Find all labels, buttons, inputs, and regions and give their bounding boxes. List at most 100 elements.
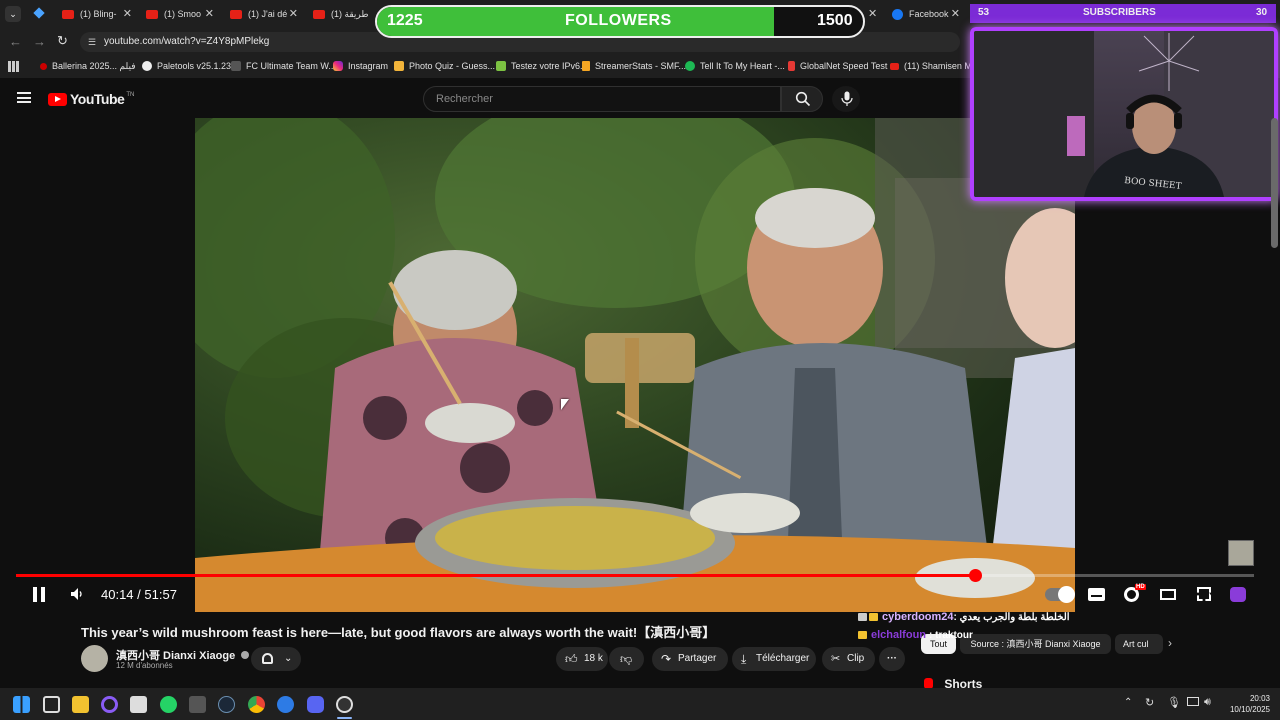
close-icon[interactable]: ✕ — [123, 7, 132, 20]
site-info-icon[interactable]: ☰ — [88, 32, 96, 52]
clock-date: 10/10/2025 — [1229, 705, 1270, 714]
bookmark-item[interactable]: FC Ultimate Team W... — [231, 61, 336, 71]
bookmark-item[interactable]: Instagram — [333, 61, 388, 71]
bookmark-item[interactable]: (11) Shamisen ME — [890, 61, 978, 71]
bookmark-favicon — [142, 61, 152, 71]
chat-message: cyberdoom24 : الخلطة بلطة والجرب يعدي — [858, 608, 1188, 626]
network-icon[interactable] — [1187, 697, 1199, 706]
share-icon: ↷ — [661, 652, 672, 666]
time-total: 51:57 — [144, 587, 177, 602]
subscribers-goal: 30 — [1256, 7, 1268, 18]
subtitles-icon[interactable] — [1088, 588, 1105, 601]
media-app-icon[interactable] — [130, 696, 147, 713]
cortana-icon[interactable] — [101, 696, 118, 713]
chrome-icon[interactable] — [248, 696, 265, 713]
youtube-icon — [146, 9, 158, 19]
steam-icon[interactable] — [218, 696, 235, 713]
progress-scrubber-handle[interactable] — [968, 569, 982, 582]
windows-taskbar: ⌃ ↻ 🎙︎ 🔊︎ 20:03 10/10/2025 — [0, 688, 1280, 720]
search-button[interactable] — [781, 86, 823, 112]
mouse-cursor — [561, 399, 569, 410]
obs-icon[interactable] — [336, 696, 353, 713]
spotify-icon — [685, 61, 695, 71]
autoplay-toggle[interactable] — [1045, 586, 1075, 603]
close-icon[interactable]: ✕ — [868, 7, 877, 20]
browser-tab[interactable]: (1) طريقة — [313, 2, 371, 26]
notification-bell-button[interactable]: ⌄ — [251, 647, 301, 671]
task-view-icon[interactable] — [43, 696, 60, 713]
browser-tab[interactable]: (1) Smoo ✕ — [146, 2, 214, 26]
webcam-feed — [974, 31, 1274, 197]
channel-avatar[interactable] — [81, 645, 108, 672]
followers-goal-bar: 1225 FOLLOWERS 1500 — [375, 5, 865, 38]
dislike-button[interactable]: 👎︎ — [609, 647, 644, 671]
chevron-down-icon: ⌄ — [284, 653, 293, 664]
reload-icon[interactable]: ↻ — [57, 33, 68, 49]
facebook-icon — [892, 8, 903, 20]
verified-badge-icon — [241, 651, 250, 659]
file-explorer-icon[interactable] — [72, 696, 89, 713]
bookmark-item[interactable]: StreamerStats - SMF... — [582, 61, 686, 71]
browser-tab[interactable]: Facebook ✕ — [892, 2, 960, 26]
bookmark-item[interactable]: Ballerina 2025... فيلم — [40, 61, 136, 72]
chat-text: : traktour — [929, 629, 973, 641]
clock[interactable]: 20:03 10/10/2025 — [1222, 693, 1270, 715]
share-button[interactable]: ↷ Partager — [652, 647, 728, 671]
bookmark-label: Photo Quiz - Guess... — [409, 61, 496, 71]
close-icon[interactable]: ✕ — [951, 7, 960, 20]
discord-icon[interactable] — [307, 696, 324, 713]
microphone-tray-icon[interactable]: 🎙︎ — [1167, 696, 1181, 709]
browser-tab[interactable]: (1) J'ai dé ✕ — [230, 2, 298, 26]
app-icon[interactable] — [277, 696, 294, 713]
bookmark-item[interactable]: GlobalNet Speed Test — [788, 61, 887, 71]
youtube-logo[interactable]: YouTube TN — [48, 91, 134, 107]
theater-mode-icon[interactable] — [1160, 589, 1176, 600]
bookmark-item[interactable]: Paletools v25.1.23 — [142, 61, 231, 71]
extension-shield-icon[interactable] — [1230, 587, 1246, 602]
followers-current: 1225 — [387, 12, 423, 29]
subscriber-count: 12 M d'abonnés — [116, 661, 173, 670]
windows-start-icon[interactable] — [13, 696, 30, 713]
page-scrollbar[interactable] — [1271, 118, 1278, 248]
close-icon[interactable]: ✕ — [289, 7, 298, 20]
chat-username: elchalfoun — [871, 629, 927, 641]
video-frame[interactable] — [195, 118, 1075, 612]
apps-grid-icon[interactable] — [8, 61, 19, 72]
sync-icon[interactable]: ↻ — [1145, 696, 1154, 709]
download-button[interactable]: ⤓ Télécharger — [732, 647, 816, 671]
bookmark-label: (11) Shamisen ME — [904, 61, 978, 71]
bookmark-item[interactable]: Photo Quiz - Guess... — [394, 61, 495, 71]
tab-label: (1) Smoo — [164, 9, 202, 19]
back-arrow-icon[interactable]: ← — [9, 34, 22, 49]
browser-tab[interactable]: (1) Bling- ✕ — [62, 2, 132, 26]
more-actions-button[interactable]: ··· — [879, 647, 905, 671]
bookmark-label: Tell It To My Heart -... — [700, 61, 785, 71]
pause-button[interactable] — [31, 586, 47, 603]
voice-search-button[interactable] — [832, 86, 860, 112]
clip-button[interactable]: ✂ Clip — [822, 647, 875, 671]
whatsapp-icon[interactable] — [160, 696, 177, 713]
settings-gear-icon[interactable]: HD — [1124, 584, 1146, 602]
download-icon: ⤓ — [741, 652, 747, 666]
bookmark-label: Ballerina 2025... فيلم — [52, 61, 136, 71]
checkbox-icon — [496, 61, 506, 71]
search-input[interactable]: Rechercher — [423, 86, 781, 112]
bookmark-item[interactable]: Tell It To My Heart -... — [685, 61, 785, 71]
volume-tray-icon[interactable]: 🔊︎ — [1204, 696, 1211, 709]
search-icon — [795, 91, 811, 107]
settings-app-icon[interactable] — [189, 696, 206, 713]
microphone-icon — [841, 91, 853, 106]
channel-watermark-thumbnail[interactable] — [1228, 540, 1254, 566]
tab-search-button[interactable]: ⌄ — [5, 6, 21, 22]
clip-label: Clip — [847, 653, 865, 664]
chevron-up-icon[interactable]: ⌃ — [1124, 697, 1132, 708]
volume-button[interactable] — [70, 587, 84, 606]
fullscreen-icon[interactable] — [1197, 587, 1211, 601]
like-button[interactable]: 👍︎ 18 k — [556, 647, 608, 671]
close-icon[interactable]: ✕ — [205, 7, 214, 20]
chat-message: elchalfoun : traktour — [858, 626, 1188, 644]
forward-arrow-icon[interactable]: → — [33, 34, 46, 49]
bookmark-label: Testez votre IPv6. — [511, 61, 583, 71]
bookmark-item[interactable]: Testez votre IPv6. — [496, 61, 583, 71]
hamburger-menu-icon[interactable] — [17, 92, 31, 103]
